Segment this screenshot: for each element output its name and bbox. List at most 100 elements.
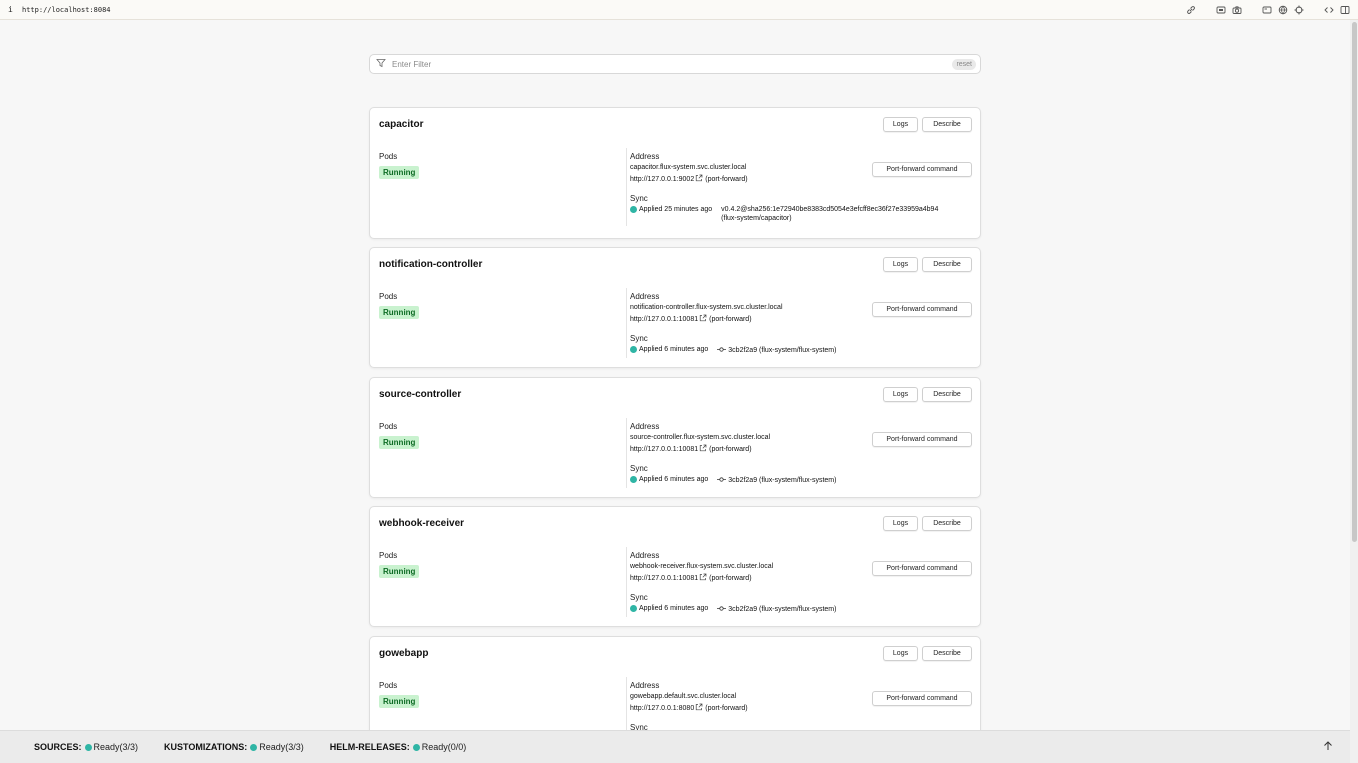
address-label: Address bbox=[630, 292, 660, 301]
port-forward-button[interactable]: Port-forward command bbox=[872, 162, 972, 177]
external-link-icon[interactable] bbox=[694, 174, 705, 184]
code-icon[interactable] bbox=[1324, 5, 1334, 15]
service-name: webhook-receiver bbox=[379, 518, 465, 529]
applied-time: Applied 6 minutes ago bbox=[639, 605, 709, 612]
sync-row: Applied 6 minutes ago 3cb2f2a9 (flux-sys… bbox=[630, 346, 836, 355]
service-card: capacitor Logs Describe Pods Running Add… bbox=[369, 107, 981, 239]
browser-toolbar-icons bbox=[1186, 5, 1350, 15]
applied-time: Applied 6 minutes ago bbox=[639, 476, 709, 483]
source-ref: (flux-system/flux-system) bbox=[759, 347, 837, 354]
helm-releases-label: HELM-RELEASES: bbox=[329, 742, 410, 752]
service-card: webhook-receiver Logs Describe Pods Runn… bbox=[369, 506, 981, 627]
ready-status-dot bbox=[630, 605, 637, 612]
service-url-row: http://127.0.0.1:10081 (port-forward) bbox=[630, 573, 752, 583]
site-info-icon[interactable]: i bbox=[8, 5, 22, 14]
port-forward-note: (port-forward) bbox=[709, 445, 752, 453]
crosshair-icon[interactable] bbox=[1294, 5, 1304, 15]
service-url-row: http://127.0.0.1:8080 (port-forward) bbox=[630, 703, 748, 713]
address-label: Address bbox=[630, 681, 660, 690]
describe-button[interactable]: Describe bbox=[922, 387, 972, 402]
address-label: Address bbox=[630, 152, 660, 161]
status-badge: Running bbox=[379, 166, 420, 179]
page-content: reset capacitor Logs Describe Pods Runni… bbox=[0, 20, 1350, 730]
ready-status-dot bbox=[412, 743, 420, 751]
sources-label: SOURCES: bbox=[34, 742, 82, 752]
service-url-link[interactable]: http://127.0.0.1:8080 bbox=[630, 705, 694, 712]
filter-icon bbox=[376, 58, 386, 71]
sync-label: Sync bbox=[630, 334, 648, 343]
port-forward-note: (port-forward) bbox=[709, 574, 752, 582]
source-ref: (flux-system/flux-system) bbox=[759, 477, 837, 484]
service-url-link[interactable]: http://127.0.0.1:10081 bbox=[630, 575, 698, 582]
kustomizations-value: Ready(3/3) bbox=[259, 742, 304, 752]
kustomizations-status[interactable]: KUSTOMIZATIONS: Ready(3/3) bbox=[164, 742, 304, 752]
sync-label: Sync bbox=[630, 464, 648, 473]
status-badge: Running bbox=[379, 695, 420, 708]
reset-button[interactable]: reset bbox=[952, 58, 976, 70]
globe-icon[interactable] bbox=[1278, 5, 1288, 15]
describe-button[interactable]: Describe bbox=[922, 646, 972, 661]
camera-icon[interactable] bbox=[1232, 5, 1242, 15]
filter-input[interactable] bbox=[392, 59, 953, 69]
service-name: source-controller bbox=[379, 389, 462, 400]
address-label: Address bbox=[630, 422, 660, 431]
ready-status-dot bbox=[630, 346, 637, 353]
divider bbox=[626, 148, 627, 226]
service-url-link[interactable]: http://127.0.0.1:9002 bbox=[630, 176, 694, 183]
sidebar-toggle-icon[interactable] bbox=[1340, 5, 1350, 15]
service-card: gowebapp Logs Describe Pods Running Addr… bbox=[369, 636, 981, 730]
scrollbar[interactable] bbox=[1350, 20, 1358, 763]
link-icon[interactable] bbox=[1186, 5, 1196, 15]
status-badge: Running bbox=[379, 306, 420, 319]
service-url-row: http://127.0.0.1:10081 (port-forward) bbox=[630, 314, 752, 324]
service-url-row: http://127.0.0.1:10081 (port-forward) bbox=[630, 444, 752, 454]
logs-button[interactable]: Logs bbox=[883, 257, 918, 272]
describe-button[interactable]: Describe bbox=[922, 117, 972, 132]
divider bbox=[626, 547, 627, 617]
pods-label: Pods bbox=[379, 551, 398, 560]
service-card: notification-controller Logs Describe Po… bbox=[369, 247, 981, 368]
helm-releases-status[interactable]: HELM-RELEASES: Ready(0/0) bbox=[330, 742, 467, 752]
port-forward-button[interactable]: Port-forward command bbox=[872, 561, 972, 576]
port-forward-button[interactable]: Port-forward command bbox=[872, 302, 972, 317]
arrow-up-icon[interactable] bbox=[1322, 740, 1334, 752]
service-url-link[interactable]: http://127.0.0.1:10081 bbox=[630, 446, 698, 453]
logs-button[interactable]: Logs bbox=[883, 387, 918, 402]
kustomizations-label: KUSTOMIZATIONS: bbox=[164, 742, 248, 752]
external-link-icon[interactable] bbox=[694, 703, 705, 713]
service-name: capacitor bbox=[379, 119, 424, 130]
address-bar[interactable]: http://localhost:8084 bbox=[22, 6, 111, 14]
external-link-icon[interactable] bbox=[698, 444, 709, 454]
source-ref: (flux-system/flux-system) bbox=[759, 606, 837, 613]
port-forward-button[interactable]: Port-forward command bbox=[872, 691, 972, 706]
ready-status-dot bbox=[84, 743, 92, 751]
service-host: webhook-receiver.flux-system.svc.cluster… bbox=[630, 563, 774, 570]
sync-row: Applied 6 minutes ago 3cb2f2a9 (flux-sys… bbox=[630, 476, 836, 485]
external-link-icon[interactable] bbox=[698, 573, 709, 583]
revision: 3cb2f2a9 bbox=[728, 606, 758, 613]
describe-button[interactable]: Describe bbox=[922, 257, 972, 272]
console-icon[interactable] bbox=[1262, 5, 1272, 15]
service-url-link[interactable]: http://127.0.0.1:10081 bbox=[630, 316, 698, 323]
applied-time: Applied 6 minutes ago bbox=[639, 346, 709, 353]
port-forward-button[interactable]: Port-forward command bbox=[872, 432, 972, 447]
sources-value: Ready(3/3) bbox=[93, 742, 139, 752]
source-ref: (flux-system/capacitor) bbox=[721, 215, 792, 222]
screenshot-icon[interactable] bbox=[1216, 5, 1226, 15]
external-link-icon[interactable] bbox=[698, 314, 709, 324]
revision: v0.4.2@sha256:1e72940be8383cd5054e3efcff… bbox=[721, 206, 939, 213]
logs-button[interactable]: Logs bbox=[883, 117, 918, 132]
logs-button[interactable]: Logs bbox=[883, 516, 918, 531]
service-name: notification-controller bbox=[379, 259, 483, 270]
filter-bar: reset bbox=[369, 54, 981, 74]
describe-button[interactable]: Describe bbox=[922, 516, 972, 531]
logs-button[interactable]: Logs bbox=[883, 646, 918, 661]
sync-label: Sync bbox=[630, 593, 648, 602]
ready-status-dot bbox=[630, 206, 637, 213]
service-name: gowebapp bbox=[379, 648, 429, 659]
sources-status[interactable]: SOURCES: Ready(3/3) bbox=[34, 742, 138, 752]
port-forward-note: (port-forward) bbox=[709, 315, 752, 323]
status-bar: SOURCES: Ready(3/3) KUSTOMIZATIONS: Read… bbox=[0, 730, 1350, 763]
scrollbar-thumb[interactable] bbox=[1352, 22, 1357, 542]
revision: 3cb2f2a9 bbox=[728, 477, 758, 484]
